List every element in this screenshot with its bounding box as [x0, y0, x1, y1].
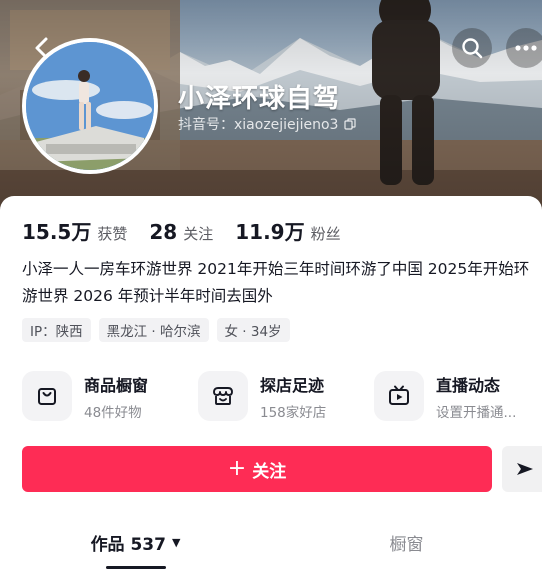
plus-icon: +	[227, 456, 247, 481]
feature-text: 商品橱窗 48件好物	[84, 372, 148, 421]
content-tabs: 作品 537 ▼ 橱窗	[0, 514, 542, 570]
stat-likes[interactable]: 15.5万 获赞	[22, 216, 127, 245]
stat-followers[interactable]: 11.9万 粉丝	[235, 216, 340, 245]
avatar-photo	[26, 42, 154, 170]
feature-live-updates[interactable]: 直播动态 设置开播通...	[374, 368, 516, 424]
more-dots-icon	[515, 45, 537, 51]
search-icon	[462, 38, 483, 59]
copy-icon[interactable]	[344, 118, 357, 130]
feature-subtitle: 158家好店	[260, 404, 327, 421]
feature-subtitle: 设置开播通...	[436, 404, 517, 421]
feature-text: 直播动态 设置开播通...	[436, 372, 516, 421]
caret-down-icon: ▼	[171, 535, 181, 549]
tag-hometown: 黑龙江 · 哈尔滨	[98, 318, 209, 342]
stats-row: 15.5万 获赞 28 关注 11.9万 粉丝	[22, 216, 341, 245]
stat-value: 11.9万	[235, 220, 305, 244]
feature-text: 探店足迹 158家好店	[260, 372, 326, 421]
tv-icon	[389, 385, 409, 405]
send-arrow-icon	[517, 463, 533, 475]
follow-button-label: 关注	[252, 461, 287, 482]
avatar[interactable]	[22, 38, 158, 174]
active-tab-indicator	[106, 566, 166, 569]
profile-card: 15.5万 获赞 28 关注 11.9万 粉丝 小泽一人一房车环游世界 2021…	[0, 196, 542, 570]
feature-title: 探店足迹	[260, 375, 325, 395]
stat-following[interactable]: 28 关注	[149, 220, 213, 244]
shopping-bag-icon	[38, 388, 56, 405]
profile-nickname: 小泽环球自驾	[178, 84, 341, 114]
feature-title: 直播动态	[436, 375, 501, 395]
more-button[interactable]	[506, 28, 542, 68]
profile-bio: 小泽一人一房车环游世界 2021年开始三年时间环游了中国 2025年开始环游世界…	[22, 260, 530, 305]
douyin-id-text: 抖音号：xiaozejiejieno3	[178, 117, 339, 133]
douyin-id[interactable]: 抖音号：xiaozejiejieno3	[178, 114, 357, 134]
tag-gender-age: 女 · 34岁	[216, 318, 290, 342]
follow-button[interactable]: + 关注	[22, 446, 492, 492]
feature-subtitle: 48件好物	[84, 404, 142, 421]
stat-value: 28	[149, 220, 178, 244]
store-icon	[213, 387, 233, 405]
feature-shop-window[interactable]: 商品橱窗 48件好物	[22, 368, 148, 424]
profile-tags: IP：陕西 黑龙江 · 哈尔滨 女 · 34岁	[22, 318, 290, 342]
feature-icon-box	[374, 371, 424, 421]
tab-window-label: 橱窗	[389, 534, 424, 555]
stat-label: 获赞	[97, 225, 128, 243]
stat-value: 15.5万	[22, 220, 92, 244]
tab-works-label: 作品 537	[90, 534, 166, 555]
tab-works[interactable]: 作品 537 ▼	[0, 514, 271, 570]
stat-label: 粉丝	[310, 225, 341, 243]
stat-label: 关注	[183, 225, 214, 243]
tag-ip-location: IP：陕西	[22, 318, 91, 342]
profile-banner: 小泽环球自驾 抖音号：xiaozejiejieno3	[0, 0, 542, 210]
feature-icon-box	[22, 371, 72, 421]
share-button[interactable]	[502, 446, 542, 492]
feature-entries: 商品橱窗 48件好物 探店足迹 158家好店 直播动态 设置开播通...	[22, 368, 542, 424]
profile-screen: 小泽环球自驾 抖音号：xiaozejiejieno3 15.5万 获赞 28 关…	[0, 0, 542, 570]
feature-icon-box	[198, 371, 248, 421]
feature-store-visits[interactable]: 探店足迹 158家好店	[198, 368, 326, 424]
tab-shop-window[interactable]: 橱窗	[271, 514, 542, 570]
feature-title: 商品橱窗	[84, 375, 149, 395]
search-button[interactable]	[452, 28, 492, 68]
